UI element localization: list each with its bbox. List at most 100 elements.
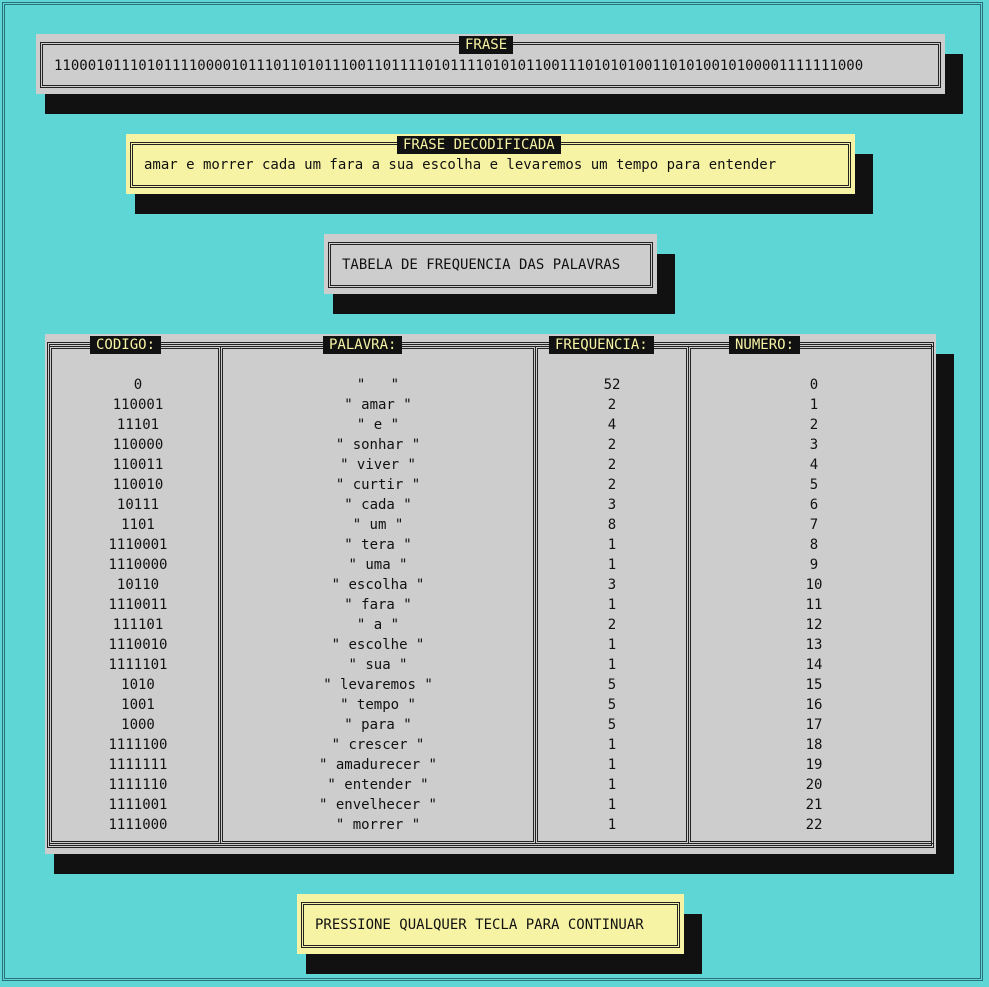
cell-palavra: " sua " — [348, 657, 408, 673]
cell-numero: 10 — [805, 577, 823, 593]
cell-numero: 17 — [805, 717, 823, 733]
cell-frequencia: 1 — [607, 737, 617, 753]
cell-codigo: 1111111 — [108, 757, 168, 773]
cell-numero: 16 — [805, 697, 823, 713]
cell-numero: 22 — [805, 817, 823, 833]
cell-numero: 21 — [805, 797, 823, 813]
cell-frequencia: 1 — [607, 597, 617, 613]
cell-frequencia: 1 — [607, 817, 617, 833]
cell-codigo: 1111101 — [108, 657, 168, 673]
cell-frequencia: 1 — [607, 657, 617, 673]
cell-codigo: 1110010 — [108, 637, 168, 653]
cell-codigo: 110000 — [112, 437, 164, 453]
cell-palavra: " envelhecer " — [318, 797, 437, 813]
cell-codigo: 10111 — [116, 497, 160, 513]
cell-frequencia: 3 — [607, 577, 617, 593]
cell-frequencia: 2 — [607, 457, 617, 473]
header-numero: NUMERO: — [729, 336, 801, 354]
cell-palavra: " tera " — [344, 537, 412, 553]
cell-numero: 20 — [805, 777, 823, 793]
cell-numero: 14 — [805, 657, 823, 673]
frequency-table: CODIGO: PALAVRA: FREQUENCIA: NUMERO: 0 " … — [45, 334, 936, 854]
cell-codigo: 1001 — [121, 697, 155, 713]
cell-frequencia: 5 — [607, 677, 617, 693]
cell-numero: 8 — [809, 537, 819, 553]
cell-palavra: " um " — [352, 517, 404, 533]
cell-codigo: 10110 — [116, 577, 160, 593]
cell-palavra: " viver " — [340, 457, 416, 473]
cell-frequencia: 2 — [607, 617, 617, 633]
cell-frequencia: 1 — [607, 637, 617, 653]
cell-palavra: " tempo " — [340, 697, 416, 713]
cell-palavra: " escolha " — [331, 577, 425, 593]
cell-palavra: " morrer " — [335, 817, 421, 833]
tabela-title-panel: TABELA DE FREQUENCIA DAS PALAVRAS — [324, 234, 657, 294]
cell-frequencia: 5 — [607, 697, 617, 713]
cell-palavra: " a " — [356, 617, 400, 633]
cell-codigo: 1111110 — [108, 777, 168, 793]
cell-frequencia: 2 — [607, 397, 617, 413]
cell-palavra: " sonhar " — [335, 437, 421, 453]
cell-palavra: " amar " — [344, 397, 412, 413]
cell-palavra: " para " — [344, 717, 412, 733]
cell-frequencia: 5 — [607, 717, 617, 733]
cell-numero: 11 — [805, 597, 823, 613]
frase-bits: 1100010111010111100001011101101011100110… — [54, 58, 864, 74]
cell-codigo: 110011 — [112, 457, 164, 473]
cell-codigo: 110010 — [112, 477, 164, 493]
cell-frequencia: 1 — [607, 537, 617, 553]
cell-numero: 6 — [809, 497, 819, 513]
cell-codigo: 1110011 — [108, 597, 168, 613]
cell-frequencia: 1 — [607, 797, 617, 813]
cell-numero: 1 — [809, 397, 819, 413]
header-frequencia: FREQUENCIA: — [549, 336, 654, 354]
cell-palavra: " fara " — [344, 597, 412, 613]
cell-palavra: " curtir " — [335, 477, 421, 493]
cell-numero: 12 — [805, 617, 823, 633]
cell-numero: 4 — [809, 457, 819, 473]
cell-numero: 15 — [805, 677, 823, 693]
cell-frequencia: 1 — [607, 557, 617, 573]
cell-palavra: " escolhe " — [331, 637, 425, 653]
continue-prompt[interactable]: PRESSIONE QUALQUER TECLA PARA CONTINUAR — [315, 915, 644, 935]
prompt-panel[interactable]: PRESSIONE QUALQUER TECLA PARA CONTINUAR — [297, 894, 684, 954]
cell-numero: 18 — [805, 737, 823, 753]
cell-codigo: 11101 — [116, 417, 160, 433]
decodificada-text: amar e morrer cada um fara a sua escolha… — [144, 157, 777, 173]
cell-numero: 7 — [809, 517, 819, 533]
cell-palavra: " levaremos " — [323, 677, 433, 693]
cell-frequencia: 2 — [607, 477, 617, 493]
cell-codigo: 1111000 — [108, 817, 168, 833]
header-codigo: CODIGO: — [90, 336, 162, 354]
cell-numero: 9 — [809, 557, 819, 573]
cell-codigo: 1010 — [121, 677, 155, 693]
cell-frequencia: 1 — [607, 757, 617, 773]
cell-codigo: 1110001 — [108, 537, 168, 553]
cell-frequencia: 3 — [607, 497, 617, 513]
cell-palavra: " e " — [356, 417, 400, 433]
cell-frequencia: 8 — [607, 517, 617, 533]
cell-frequencia: 4 — [607, 417, 617, 433]
cell-codigo: 1000 — [121, 717, 155, 733]
cell-codigo: 111101 — [112, 617, 164, 633]
cell-frequencia: 2 — [607, 437, 617, 453]
header-palavra: PALAVRA: — [323, 336, 403, 354]
decodificada-panel: FRASE DECODIFICADA amar e morrer cada um… — [126, 134, 855, 194]
cell-codigo: 1111001 — [108, 797, 168, 813]
cell-numero: 13 — [805, 637, 823, 653]
frase-panel: FRASE 1100010111010111100001011101101011… — [36, 34, 945, 94]
cell-codigo: 1111100 — [108, 737, 168, 753]
cell-codigo: 1101 — [121, 517, 155, 533]
cell-numero: 2 — [809, 417, 819, 433]
cell-codigo: 1110000 — [108, 557, 168, 573]
cell-palavra: " entender " — [327, 777, 429, 793]
cell-codigo: 110001 — [112, 397, 164, 413]
cell-frequencia: 1 — [607, 777, 617, 793]
cell-numero: 3 — [809, 437, 819, 453]
cell-numero: 5 — [809, 477, 819, 493]
cell-numero: 19 — [805, 757, 823, 773]
frase-title: FRASE — [459, 36, 514, 54]
cell-palavra: " uma " — [348, 557, 408, 573]
cell-palavra: " amadurecer " — [318, 757, 437, 773]
cell-palavra: " cada " — [344, 497, 412, 513]
